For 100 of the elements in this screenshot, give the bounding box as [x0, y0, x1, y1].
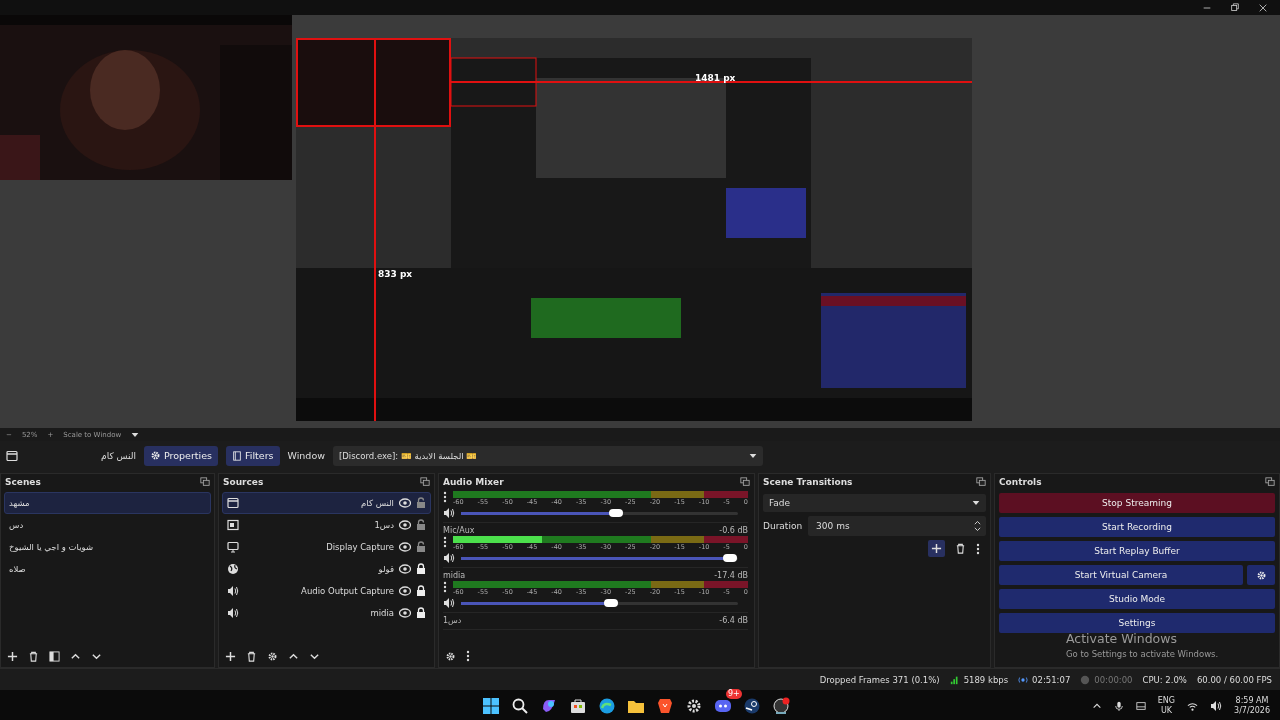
control-button[interactable]: Settings — [999, 613, 1275, 633]
eye-icon[interactable] — [399, 608, 411, 618]
more-icon[interactable] — [976, 542, 980, 555]
cpu-usage: CPU: 2.0% — [1142, 674, 1187, 685]
delete-icon[interactable] — [955, 543, 966, 554]
channel-name: Mic/Aux — [443, 526, 475, 535]
broadcast-icon — [1018, 674, 1029, 685]
speaker-icon[interactable] — [443, 552, 455, 564]
panel-title: Scene Transitions — [763, 477, 853, 487]
window-icon — [227, 497, 239, 509]
source-item[interactable]: midia — [222, 602, 431, 624]
lock-icon[interactable] — [416, 607, 426, 619]
eye-icon[interactable] — [399, 542, 411, 552]
speaker-icon[interactable] — [1210, 700, 1223, 712]
eye-icon[interactable] — [399, 520, 411, 530]
undock-icon[interactable] — [976, 477, 986, 487]
source-name: النس كام — [361, 498, 394, 508]
scene-item[interactable]: صلاه — [4, 558, 211, 580]
more-icon[interactable] — [443, 536, 447, 548]
window-dropdown[interactable]: [Discord.exe]: 🎫 الجلسة الابدية 🎫 — [332, 445, 763, 466]
touchpad-icon[interactable] — [1135, 701, 1146, 711]
lock-icon[interactable] — [416, 585, 426, 597]
undock-icon[interactable] — [1265, 477, 1275, 487]
eye-icon[interactable] — [399, 498, 411, 508]
source-name: النس كام — [100, 450, 136, 461]
spin-arrows-icon — [973, 520, 982, 532]
source-item[interactable]: Audio Output Capture — [222, 580, 431, 602]
fps: 60.00 / 60.00 FPS — [1196, 674, 1272, 685]
camera-settings-button[interactable] — [1247, 565, 1275, 585]
speaker-icon[interactable] — [227, 585, 239, 597]
add-icon[interactable] — [7, 650, 18, 662]
source-name: Audio Output Capture — [301, 586, 394, 596]
eye-icon[interactable] — [399, 564, 411, 574]
control-button[interactable]: Start Virtual Camera — [999, 565, 1243, 585]
volume-reading: -6.4 dB — [719, 616, 748, 625]
undock-icon[interactable] — [420, 477, 430, 487]
notification-badge: 9+ — [726, 689, 742, 699]
shopping-bag-icon[interactable] — [569, 697, 587, 715]
close-icon[interactable] — [1258, 2, 1268, 13]
panel-title: Controls — [999, 477, 1042, 487]
gear-icon[interactable] — [150, 450, 161, 461]
measurement-label: 1481 px — [695, 73, 736, 83]
source-item[interactable]: دس1 — [222, 514, 431, 536]
volume-reading: -17.4 dB — [714, 571, 748, 580]
duration-label: Duration — [763, 521, 803, 531]
transition-dropdown[interactable]: Fade — [763, 494, 986, 512]
volume-reading: -0.6 dB — [719, 526, 748, 535]
undock-icon[interactable] — [740, 477, 750, 487]
globe-icon — [227, 563, 239, 575]
source-name: دس1 — [374, 520, 394, 530]
clock[interactable]: 8:59 AM 3/7/2026 — [1234, 696, 1270, 716]
microphone-icon[interactable] — [1113, 700, 1124, 712]
gear-icon[interactable] — [1255, 569, 1267, 581]
source-item[interactable]: النس كام — [222, 492, 431, 514]
advanced-audio-icon[interactable] — [445, 650, 456, 662]
lion-shield-icon[interactable] — [656, 697, 674, 715]
gear-icon[interactable] — [685, 697, 703, 715]
dropped-frames: Dropped Frames 371 (0.1%) — [819, 674, 940, 685]
undock-icon[interactable] — [200, 477, 210, 487]
speaker-icon[interactable] — [443, 507, 455, 519]
source-item[interactable]: قولو — [222, 558, 431, 580]
properties-button[interactable]: Properties — [144, 445, 218, 466]
wave-circle-icon[interactable] — [598, 697, 616, 715]
delete-icon[interactable] — [246, 650, 257, 662]
eye-icon[interactable] — [399, 586, 411, 596]
scene-item[interactable]: دس — [4, 514, 211, 536]
chevron-up-icon[interactable] — [1091, 701, 1102, 711]
more-icon[interactable] — [443, 491, 447, 503]
more-icon[interactable] — [443, 581, 447, 593]
speaker-icon[interactable] — [227, 607, 239, 619]
duration-field[interactable]: 300 ms — [808, 516, 986, 536]
wifi-icon[interactable] — [1187, 700, 1199, 712]
speaker-icon[interactable] — [443, 597, 455, 609]
delete-icon[interactable] — [28, 650, 39, 662]
swirl-icon[interactable] — [540, 697, 558, 715]
game-controller-icon[interactable] — [714, 697, 732, 715]
record-app-icon[interactable] — [772, 697, 790, 715]
channel-name: دس1 — [443, 616, 462, 625]
lock-icon[interactable] — [416, 563, 426, 575]
volume-slider[interactable] — [461, 511, 738, 515]
stop-streaming-button[interactable]: Stop Streaming — [999, 493, 1275, 513]
control-button[interactable]: Studio Mode — [999, 589, 1275, 609]
more-icon[interactable] — [466, 650, 470, 662]
dropdown-caret-icon[interactable] — [131, 430, 140, 439]
add-icon[interactable] — [225, 650, 236, 662]
volume-slider[interactable] — [461, 601, 738, 605]
filter-icon[interactable] — [49, 650, 60, 662]
settings-icon[interactable] — [267, 650, 278, 662]
control-button[interactable]: Start Recording — [999, 517, 1275, 537]
filters-button[interactable]: Filters — [226, 445, 280, 466]
restore-icon[interactable] — [1230, 2, 1240, 13]
volume-slider[interactable] — [461, 556, 738, 560]
control-button[interactable]: Start Replay Buffer — [999, 541, 1275, 561]
language-indicator[interactable]: ENG UK — [1157, 696, 1176, 716]
search-icon[interactable] — [511, 697, 529, 715]
source-item[interactable]: Display Capture — [222, 536, 431, 558]
scene-item[interactable]: شويات و اجي يا الشيوخ — [4, 536, 211, 558]
windows-icon[interactable] — [482, 697, 500, 715]
measurement-label: 833 px — [378, 269, 413, 279]
scene-item[interactable]: مشهد — [4, 492, 211, 514]
